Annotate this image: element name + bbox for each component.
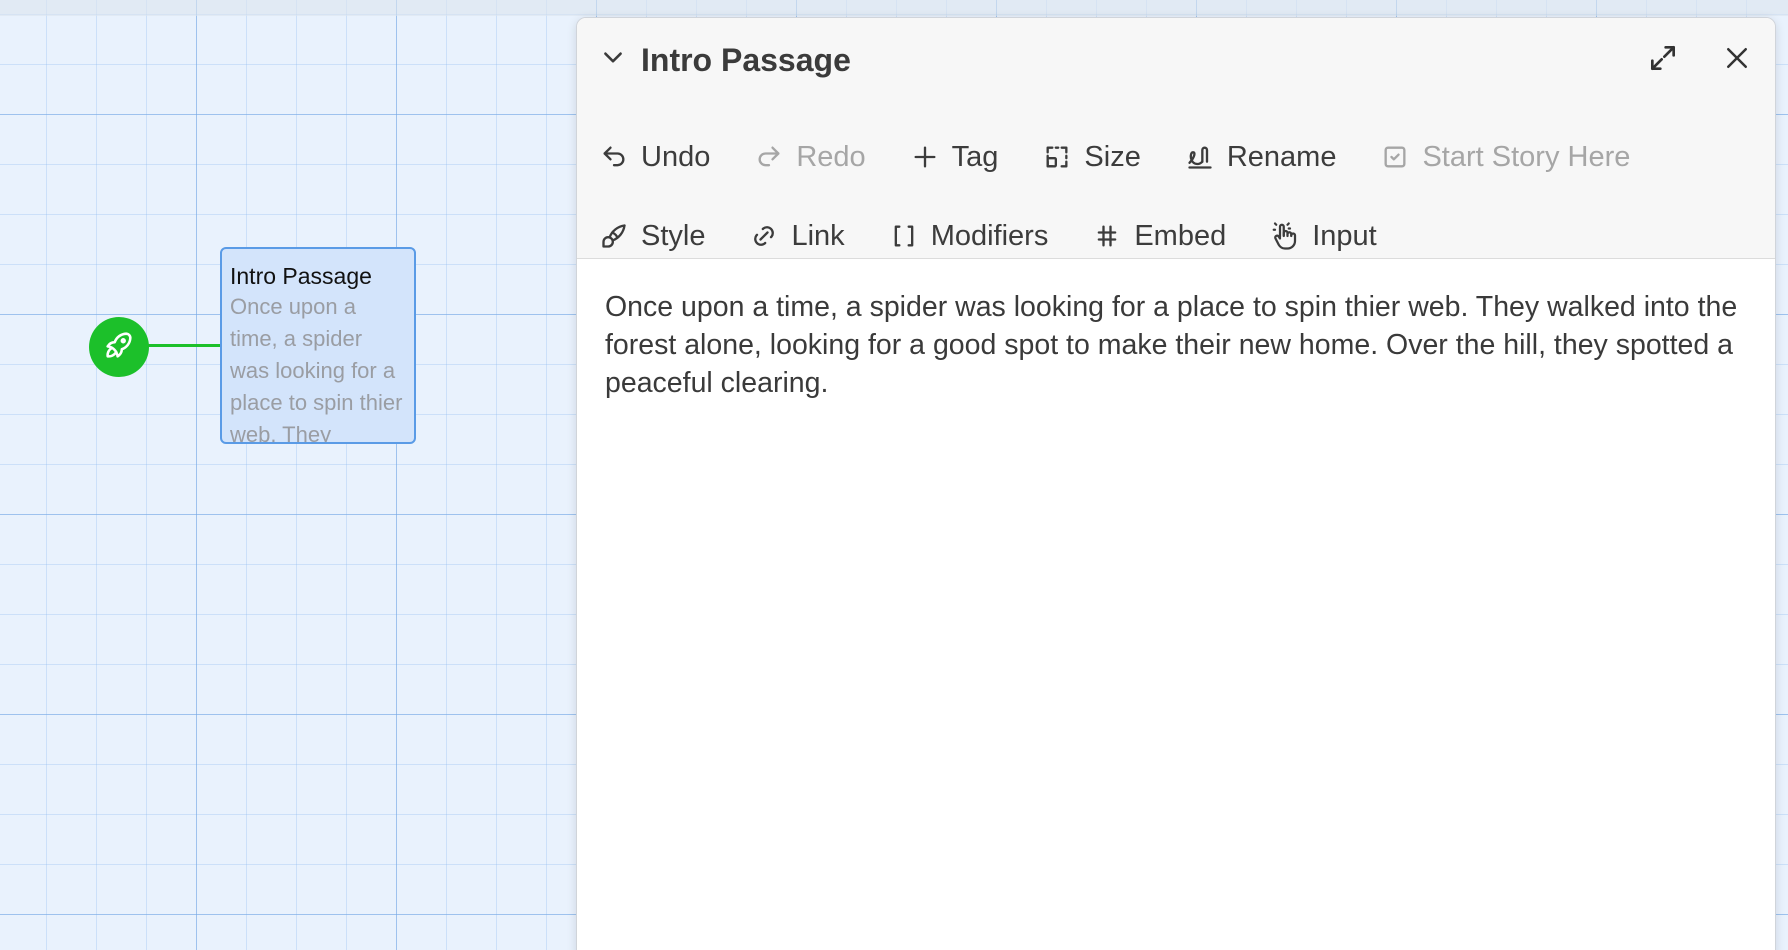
rename-button[interactable]: Rename (1185, 140, 1337, 174)
rename-label: Rename (1226, 140, 1337, 173)
link-icon (749, 221, 779, 251)
expand-icon (1647, 42, 1679, 79)
toolbar-row-insert: Style Link Modifiers Embed Input (599, 214, 1421, 258)
style-button[interactable]: Style (599, 220, 705, 253)
link-label: Link (791, 219, 845, 252)
modifiers-button[interactable]: Modifiers (889, 219, 1049, 253)
undo-icon (599, 142, 629, 172)
size-button[interactable]: Size (1042, 140, 1141, 174)
modifiers-label: Modifiers (930, 219, 1049, 252)
checkbox-icon (1380, 142, 1410, 172)
passage-edit-dialog: Intro Passage Undo Redo Tag Size Rename … (576, 17, 1776, 950)
story-start-marker[interactable] (89, 317, 149, 377)
input-button[interactable]: Input (1270, 220, 1377, 253)
chevron-down-icon (600, 45, 626, 76)
dialog-title: Intro Passage (641, 41, 851, 78)
maximize-button[interactable] (1645, 42, 1681, 78)
collapse-button[interactable] (599, 46, 627, 74)
input-label: Input (1312, 219, 1377, 252)
rocket-icon (102, 328, 136, 367)
style-label: Style (641, 219, 706, 252)
embed-label: Embed (1134, 219, 1227, 252)
start-connector-line (148, 344, 220, 347)
close-button[interactable] (1719, 42, 1755, 78)
hash-icon (1092, 221, 1122, 251)
plus-icon (910, 142, 940, 172)
redo-icon (754, 142, 784, 172)
undo-label: Undo (641, 140, 711, 173)
size-label: Size (1084, 140, 1141, 173)
redo-label: Redo (796, 140, 866, 173)
passage-text-editor[interactable]: Once upon a time, a spider was looking f… (605, 288, 1755, 402)
embed-button[interactable]: Embed (1092, 220, 1226, 253)
undo-button[interactable]: Undo (599, 141, 710, 174)
resize-icon (1042, 142, 1072, 172)
passage-card-title: Intro Passage (230, 263, 372, 289)
start-story-here-button[interactable]: Start Story Here (1380, 141, 1630, 174)
toolbar-row-edit: Undo Redo Tag Size Rename Start Story He… (599, 135, 1674, 179)
close-icon (1722, 43, 1752, 78)
start-story-here-label: Start Story Here (1422, 140, 1631, 173)
dialog-header: Intro Passage Undo Redo Tag Size Rename … (577, 18, 1775, 259)
brackets-icon (889, 221, 919, 251)
dialog-title-actions (1645, 42, 1755, 78)
signature-icon (1185, 142, 1215, 172)
tag-button[interactable]: Tag (910, 140, 999, 174)
tag-label: Tag (951, 140, 999, 173)
top-toolbar-strip (0, 0, 1788, 16)
passage-card-excerpt: Once upon a time, a spider was looking f… (230, 294, 403, 444)
passage-card[interactable]: Intro Passage Once upon a time, a spider… (220, 247, 416, 444)
dialog-title-row: Intro Passage (599, 40, 1755, 80)
hand-click-icon (1270, 221, 1300, 251)
redo-button[interactable]: Redo (754, 140, 866, 174)
link-button[interactable]: Link (749, 219, 845, 253)
brush-icon (599, 221, 629, 251)
